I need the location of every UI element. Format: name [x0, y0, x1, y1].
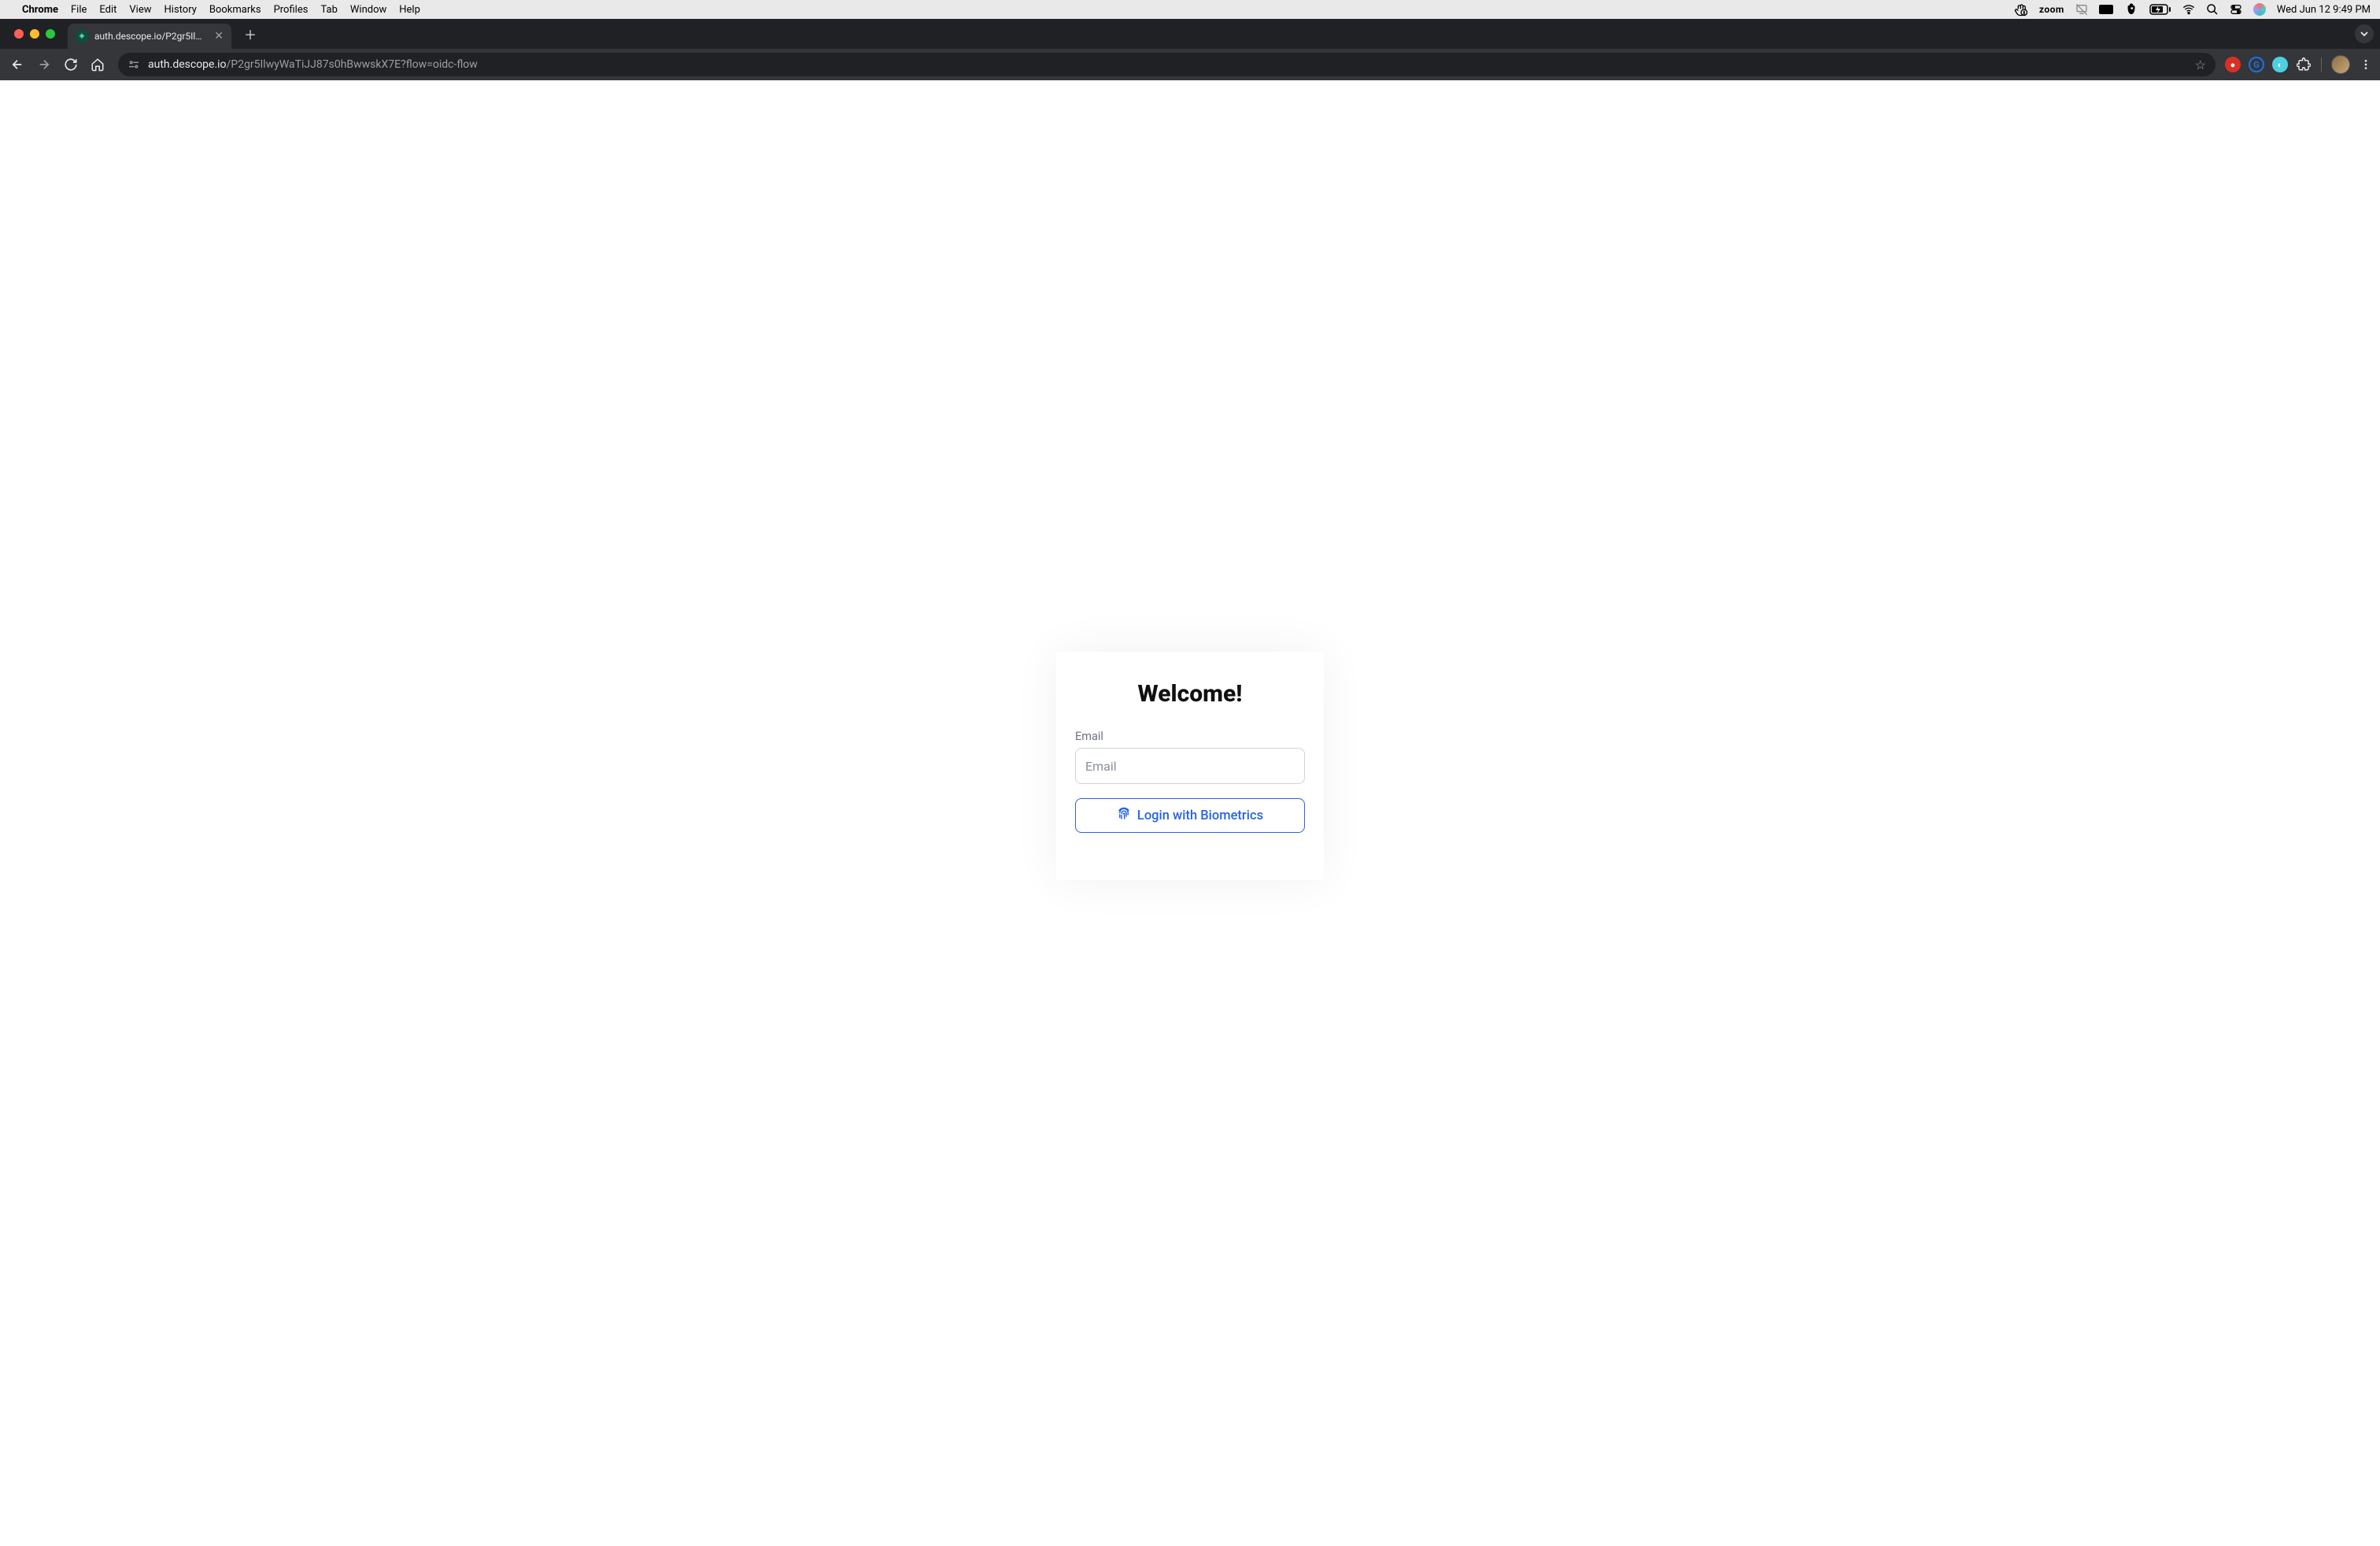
extension-icon-cyan[interactable]: ◐	[2272, 57, 2288, 72]
zoom-status-icon[interactable]: zoom	[2039, 4, 2064, 15]
tab-search-button[interactable]	[2355, 24, 2374, 43]
control-center-icon[interactable]	[2230, 3, 2242, 16]
menubar-profiles[interactable]: Profiles	[274, 4, 309, 16]
siri-icon[interactable]	[2253, 3, 2266, 16]
new-tab-button[interactable]: ＋	[236, 20, 264, 48]
toolbar-divider	[2321, 57, 2322, 72]
nav-reload-button[interactable]	[60, 54, 82, 76]
menubar-view[interactable]: View	[129, 4, 151, 16]
login-biometrics-button[interactable]: Login with Biometrics	[1075, 798, 1305, 833]
extension-icon-grammarly[interactable]: G	[2249, 57, 2264, 72]
auth-title: Welcome!	[1075, 680, 1305, 708]
window-close-button[interactable]	[14, 29, 24, 39]
url-text: auth.descope.io/P2gr5IlwyWaTiJJ87s0hBwws…	[148, 58, 2187, 71]
evernote-icon[interactable]	[2124, 2, 2138, 17]
tab-title: auth.descope.io/P2gr5IlwyWa	[94, 31, 208, 42]
svg-text:i: i	[2023, 11, 2024, 16]
menubar-bookmarks[interactable]: Bookmarks	[209, 4, 261, 16]
tab-favicon-icon: ◈	[76, 30, 88, 43]
spotlight-search-icon[interactable]	[2206, 3, 2219, 16]
extensions-button[interactable]	[2296, 57, 2312, 72]
menubar-history[interactable]: History	[164, 4, 197, 16]
chrome-menu-button[interactable]	[2358, 57, 2374, 72]
bookmark-star-icon[interactable]: ☆	[2195, 57, 2206, 72]
menubar-window[interactable]: Window	[350, 4, 386, 16]
chrome-toolbar: auth.descope.io/P2gr5IlwyWaTiJJ87s0hBwws…	[0, 49, 2380, 80]
email-input[interactable]	[1075, 748, 1305, 784]
nav-forward-button[interactable]	[33, 54, 55, 76]
window-controls	[6, 29, 63, 39]
auth-card: Welcome! Email Login with Biometrics	[1056, 652, 1324, 880]
keyboard-icon[interactable]	[2099, 5, 2113, 14]
email-label: Email	[1075, 730, 1305, 743]
menubar-tab[interactable]: Tab	[320, 4, 337, 16]
hand-raise-icon[interactable]: i	[2014, 2, 2028, 17]
menubar-app-name[interactable]: Chrome	[22, 4, 58, 16]
window-maximize-button[interactable]	[46, 29, 55, 39]
url-host: auth.descope.io	[148, 58, 227, 71]
screen-mirror-icon[interactable]	[2075, 3, 2088, 16]
profile-avatar[interactable]	[2331, 55, 2350, 74]
window-corner	[2371, 1537, 2380, 1546]
menubar-edit[interactable]: Edit	[99, 4, 116, 16]
menubar-datetime[interactable]: Wed Jun 12 9:49 PM	[2277, 4, 2371, 16]
fingerprint-icon	[1117, 807, 1131, 825]
window-minimize-button[interactable]	[30, 29, 39, 39]
url-path: /P2gr5IlwyWaTiJJ87s0hBwwskX7E?flow=oidc-…	[227, 58, 478, 71]
site-info-icon[interactable]	[128, 58, 140, 71]
chrome-tabstrip: ◈ auth.descope.io/P2gr5IlwyWa ✕ ＋	[0, 19, 2380, 49]
macos-menubar: Chrome File Edit View History Bookmarks …	[0, 0, 2380, 19]
biometric-button-label: Login with Biometrics	[1137, 808, 1263, 823]
browser-tab[interactable]: ◈ auth.descope.io/P2gr5IlwyWa ✕	[68, 24, 231, 49]
nav-home-button[interactable]	[87, 54, 109, 76]
wifi-icon[interactable]	[2182, 3, 2195, 16]
tab-close-button[interactable]: ✕	[214, 30, 224, 43]
menubar-help[interactable]: Help	[399, 4, 420, 16]
menubar-file[interactable]: File	[71, 4, 87, 16]
extension-icon-red[interactable]: ●	[2225, 57, 2241, 72]
battery-icon[interactable]	[2149, 4, 2171, 15]
address-bar[interactable]: auth.descope.io/P2gr5IlwyWaTiJJ87s0hBwws…	[118, 53, 2216, 76]
nav-back-button[interactable]	[6, 54, 28, 76]
page-content: Welcome! Email Login with Biometrics	[0, 80, 2380, 1546]
